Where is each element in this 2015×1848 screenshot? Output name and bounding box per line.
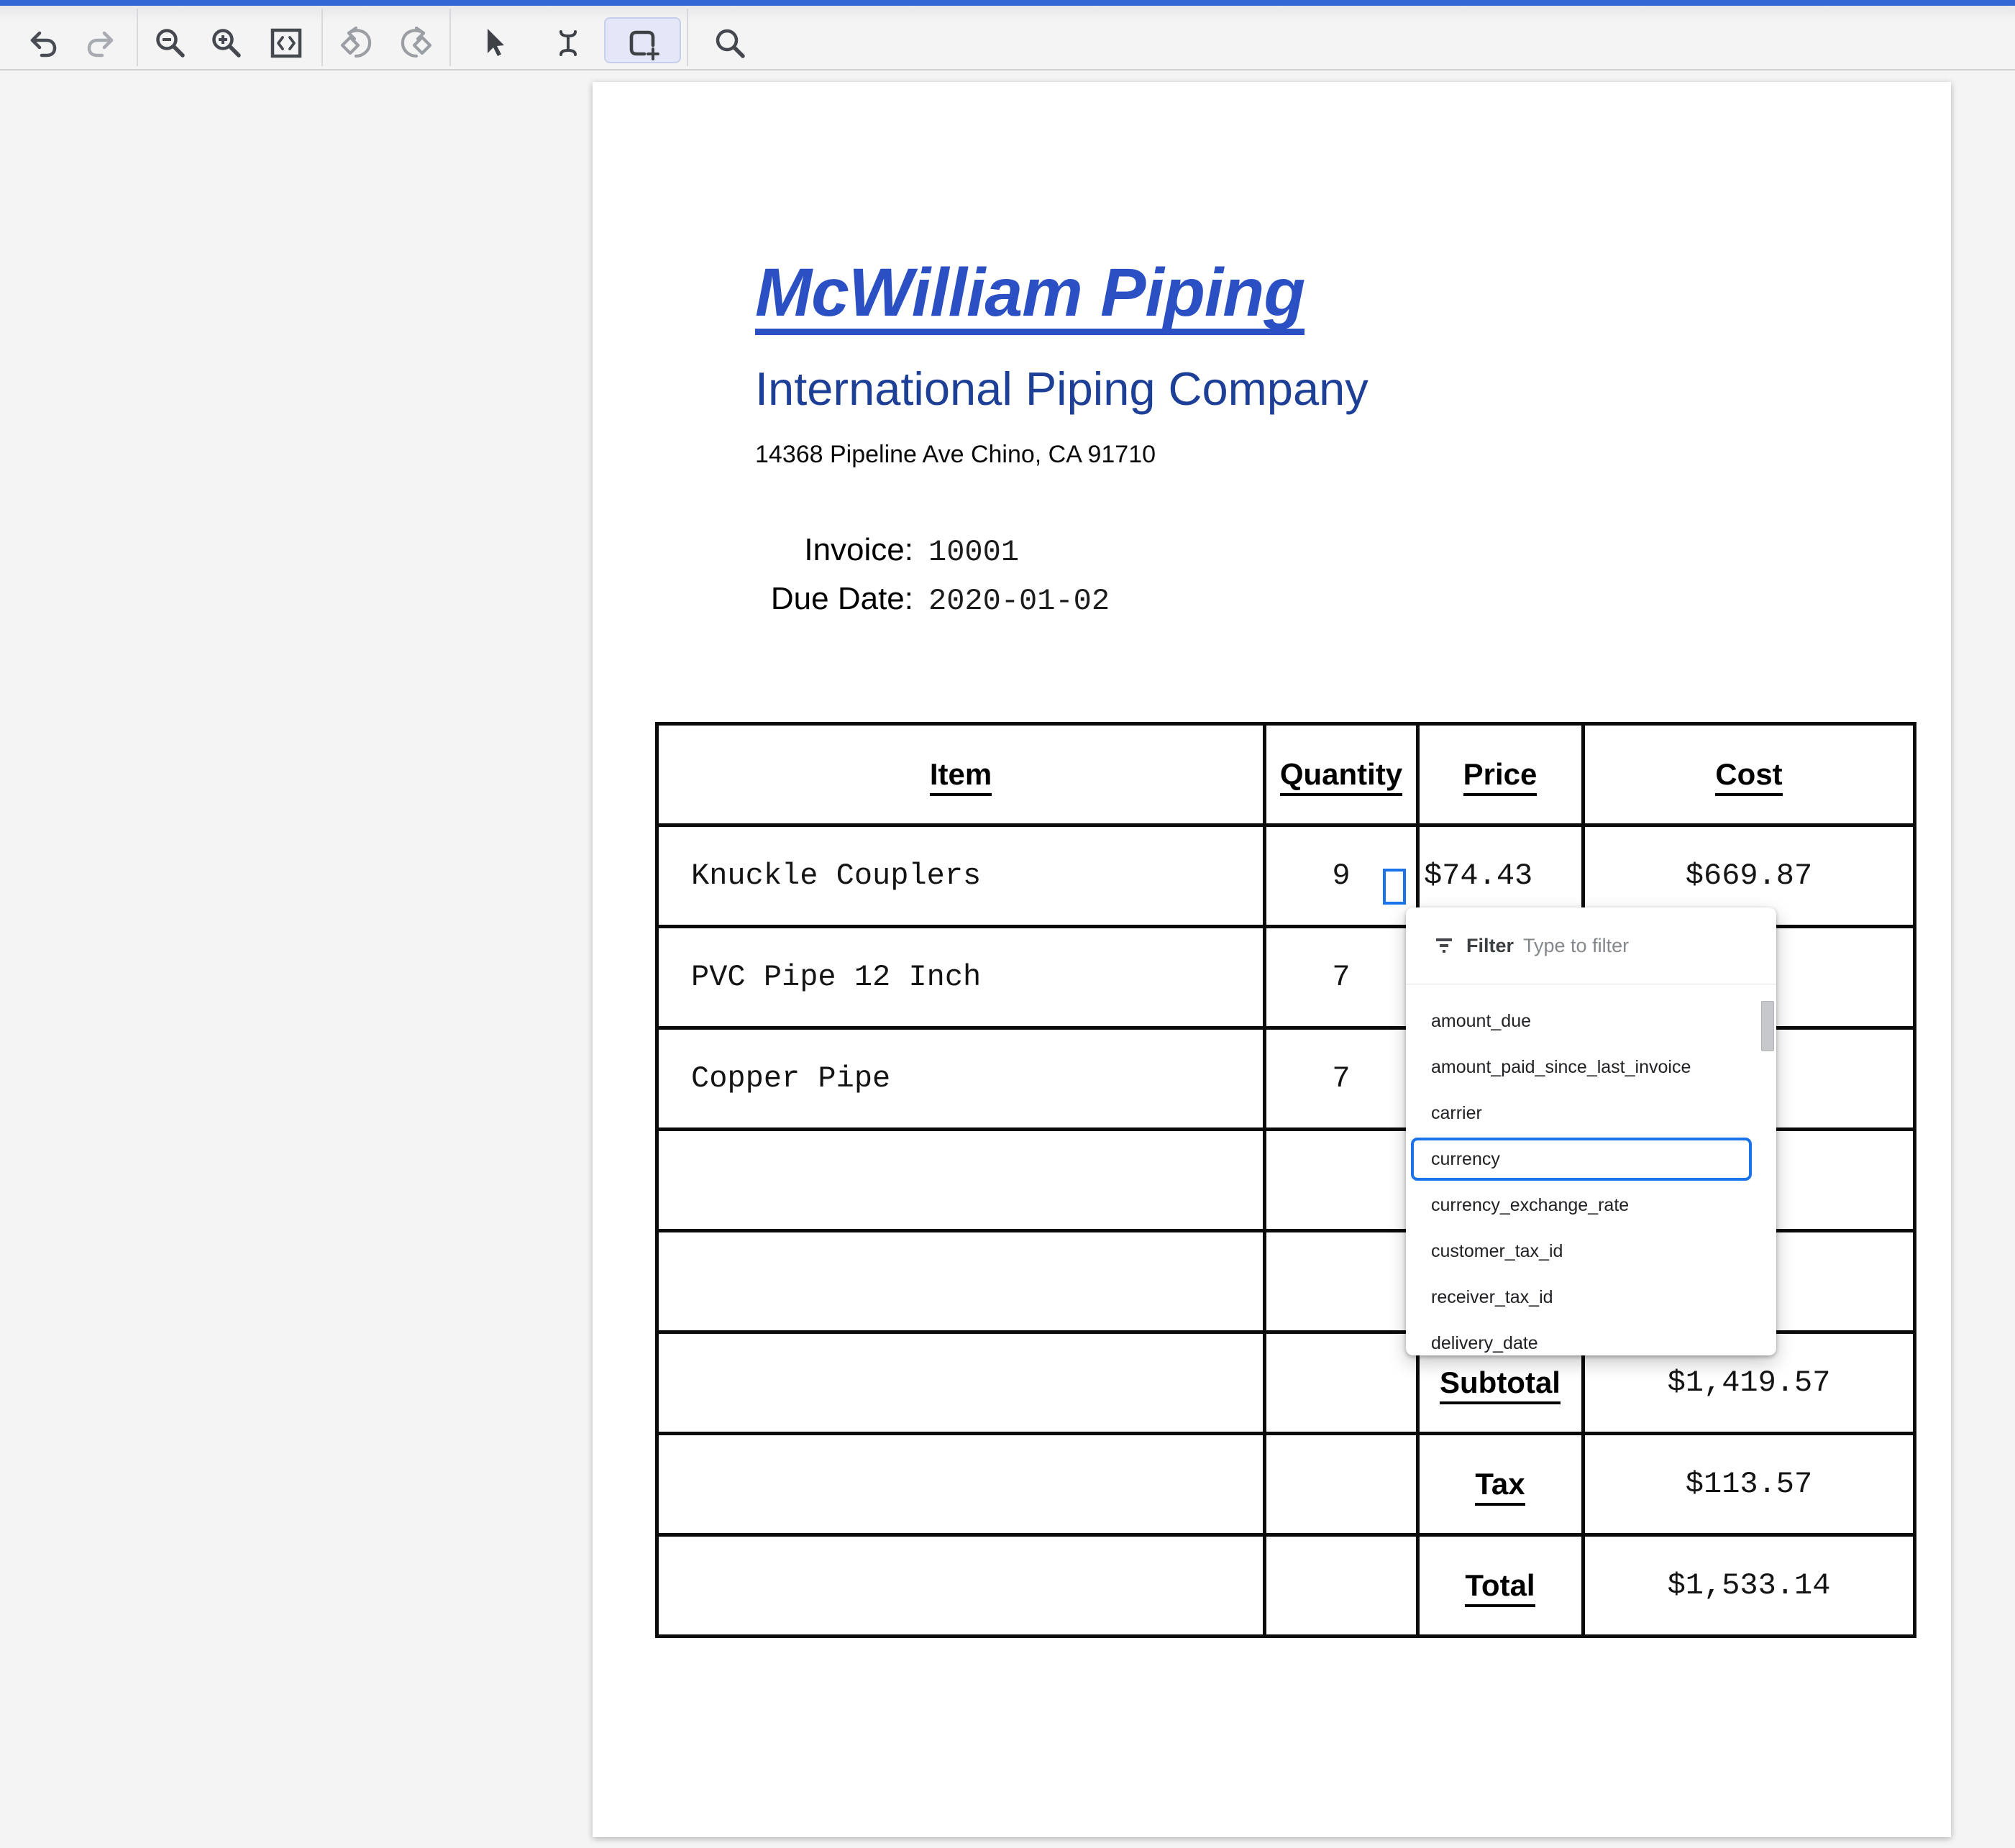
selected-item-outline [1411, 1138, 1752, 1181]
cell-item[interactable]: Copper Pipe [655, 1026, 1266, 1131]
cell-quantity[interactable] [1263, 1229, 1420, 1334]
cell-item[interactable] [655, 1127, 1266, 1232]
text-select-tool-button[interactable] [551, 26, 585, 60]
zoom-in-button[interactable] [209, 26, 244, 60]
tax-label-cell: Tax [1416, 1432, 1585, 1537]
window-accent-bar [0, 0, 2015, 6]
toolbar-separator [137, 9, 138, 66]
dropdown-item[interactable]: amount_due [1406, 998, 1776, 1044]
cell-quantity[interactable]: 7 [1263, 925, 1420, 1030]
text-select-icon [559, 30, 577, 56]
fit-code-button[interactable] [269, 26, 303, 60]
filter-dropdown: Filter Type to filter amount_due amount_… [1406, 907, 1776, 1355]
table-header-row: Item Quantity Price Cost [655, 722, 1916, 827]
rotate-left-button[interactable] [340, 26, 375, 60]
dropdown-scrollbar-thumb[interactable] [1761, 1001, 1774, 1051]
region-select-icon [629, 30, 659, 60]
region-select-tool-button[interactable] [625, 26, 659, 60]
header-cost: Cost [1581, 722, 1916, 827]
rotate-left-icon [340, 26, 372, 58]
summary-row: Tax $113.57 [655, 1432, 1916, 1537]
undo-icon [30, 31, 57, 58]
total-value-cell[interactable]: $1,533.14 [1581, 1533, 1916, 1638]
invoice-label: Invoice: [804, 532, 913, 567]
cell-item[interactable]: PVC Pipe 12 Inch [655, 925, 1266, 1030]
app-window: McWilliam Piping International Piping Co… [0, 0, 2015, 1848]
toolbar-separator [687, 9, 688, 66]
cell-quantity[interactable]: 7 [1263, 1026, 1420, 1131]
filter-input[interactable]: Filter Type to filter [1406, 907, 1776, 984]
dropdown-item[interactable]: amount_paid_since_last_invoice [1406, 1044, 1776, 1090]
search-button[interactable] [713, 26, 747, 60]
dropdown-item[interactable]: delivery_date [1406, 1320, 1776, 1355]
header-item: Item [655, 722, 1266, 827]
code-fit-icon [270, 28, 302, 58]
due-date-value: 2020-01-02 [928, 584, 1110, 618]
company-subtitle: International Piping Company [755, 362, 1369, 415]
rotate-right-button[interactable] [398, 26, 432, 60]
cursor-tool-button[interactable] [477, 26, 511, 60]
filter-placeholder: Type to filter [1523, 934, 1630, 956]
undo-button[interactable] [27, 26, 62, 60]
cell-item[interactable] [655, 1229, 1266, 1334]
dollar-selection-box[interactable] [1383, 869, 1406, 905]
header-price: Price [1416, 722, 1585, 827]
filter-icon [1436, 938, 1452, 953]
toolbar-separator [449, 9, 451, 66]
dropdown-item[interactable]: currency_exchange_rate [1406, 1182, 1776, 1228]
redo-icon [87, 31, 114, 58]
zoom-in-icon [212, 29, 241, 58]
tax-value-cell[interactable]: $113.57 [1581, 1432, 1916, 1537]
zoom-out-button[interactable] [153, 26, 188, 60]
toolbar [0, 6, 2015, 70]
rotate-right-icon [401, 26, 432, 58]
dropdown-item[interactable]: customer_tax_id [1406, 1228, 1776, 1274]
summary-row: Total $1,533.14 [655, 1533, 1916, 1638]
cell-quantity[interactable] [1263, 1127, 1420, 1232]
invoice-number: 10001 [928, 535, 1020, 570]
toolbar-separator [321, 9, 323, 66]
company-address: 14368 Pipeline Ave Chino, CA 91710 [755, 441, 1156, 468]
zoom-out-icon [156, 29, 185, 58]
header-quantity: Quantity [1263, 722, 1420, 827]
redo-button[interactable] [82, 26, 116, 60]
cell-item[interactable]: Knuckle Couplers [655, 823, 1266, 928]
search-icon [716, 29, 745, 58]
cursor-icon [488, 29, 504, 56]
dropdown-item[interactable]: receiver_tax_id [1406, 1274, 1776, 1320]
company-title: McWilliam Piping [755, 259, 1305, 335]
total-label-cell: Total [1416, 1533, 1585, 1638]
filter-label: Filter [1466, 934, 1514, 956]
dropdown-item[interactable]: carrier [1406, 1090, 1776, 1136]
due-date-label: Due Date: [770, 581, 913, 616]
